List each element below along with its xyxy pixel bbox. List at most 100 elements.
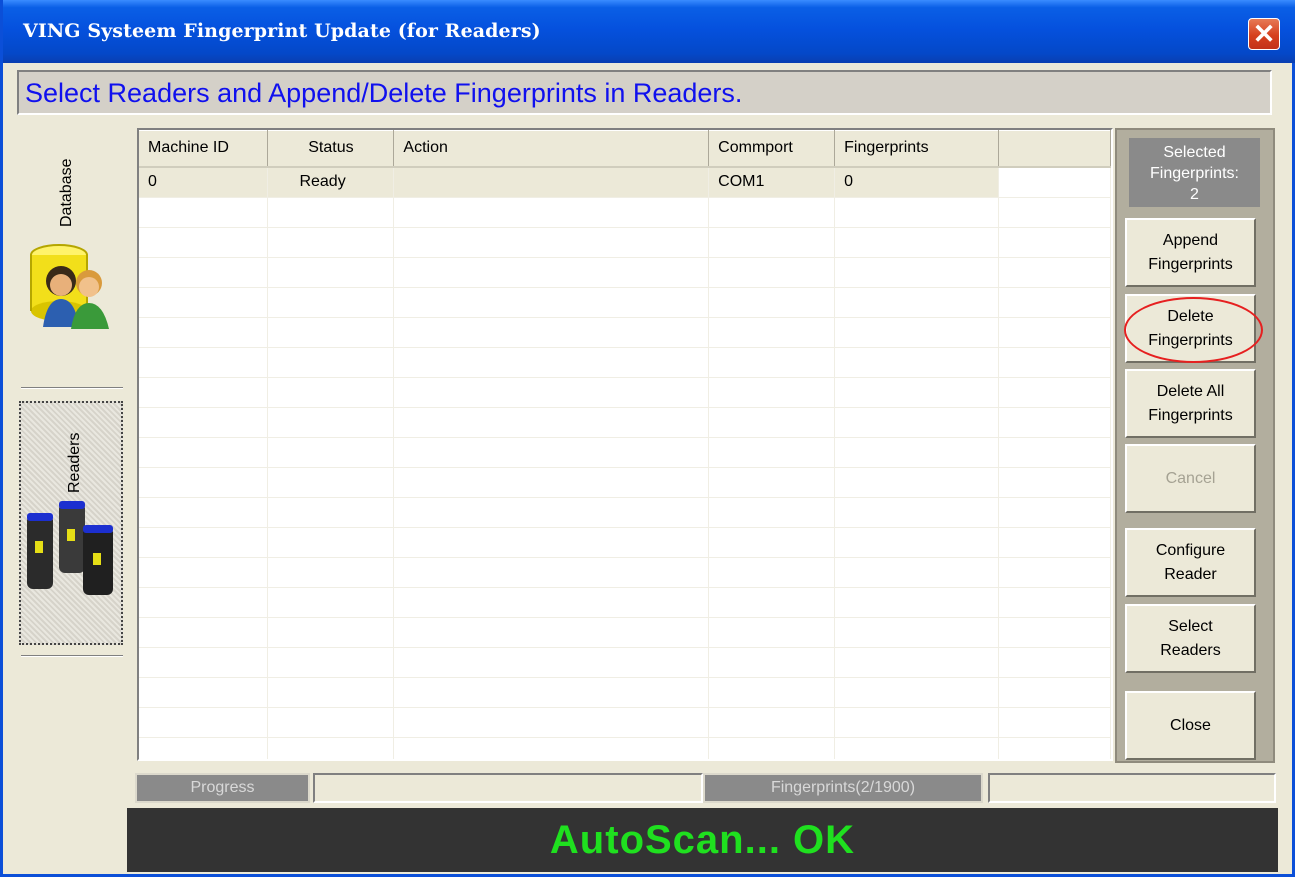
selected-fingerprints-count: 2 <box>1190 186 1199 203</box>
empty-cell <box>393 197 710 228</box>
empty-row <box>139 557 1111 588</box>
empty-cell <box>834 707 1000 738</box>
column-header-machine-id[interactable]: Machine ID <box>139 130 269 168</box>
tab-readers[interactable]: Readers <box>19 401 123 645</box>
empty-cell <box>834 377 1000 408</box>
empty-cell <box>139 317 269 348</box>
empty-cell <box>998 707 1111 738</box>
empty-cell <box>267 467 395 498</box>
close-button[interactable]: Close <box>1125 691 1256 760</box>
empty-cell <box>998 317 1111 348</box>
close-window-button[interactable]: ✕ <box>1248 18 1280 50</box>
empty-cell <box>708 377 836 408</box>
empty-cell <box>393 707 710 738</box>
readers-grid[interactable]: Machine ID Status Action Commport Finger… <box>137 128 1113 761</box>
empty-cell <box>998 347 1111 378</box>
empty-cell <box>834 257 1000 288</box>
cell-machine-id: 0 <box>139 166 269 198</box>
empty-cell <box>139 257 269 288</box>
empty-cell <box>393 557 710 588</box>
empty-cell <box>998 677 1111 708</box>
empty-cell <box>998 737 1111 759</box>
left-nav: Database Readers <box>17 125 127 860</box>
empty-cell <box>834 617 1000 648</box>
empty-cell <box>834 317 1000 348</box>
empty-row <box>139 347 1111 378</box>
column-header-status[interactable]: Status <box>267 130 395 168</box>
app-window: VING Systeem Fingerprint Update (for Rea… <box>0 0 1295 877</box>
empty-cell <box>708 497 836 528</box>
empty-cell <box>708 587 836 618</box>
empty-cell <box>998 197 1111 228</box>
tab-database[interactable]: Database <box>17 125 127 387</box>
empty-row <box>139 617 1111 648</box>
empty-cell <box>267 407 395 438</box>
delete-all-fingerprints-button[interactable]: Delete All Fingerprints <box>1125 369 1256 438</box>
empty-cell <box>708 737 836 759</box>
empty-cell <box>139 617 269 648</box>
empty-cell <box>998 617 1111 648</box>
column-header-commport[interactable]: Commport <box>708 130 836 168</box>
cancel-button[interactable]: Cancel <box>1125 444 1256 513</box>
empty-cell <box>393 527 710 558</box>
column-header-action[interactable]: Action <box>393 130 710 168</box>
empty-cell <box>708 467 836 498</box>
append-fingerprints-button[interactable]: Append Fingerprints <box>1125 218 1256 287</box>
empty-cell <box>834 677 1000 708</box>
empty-cell <box>267 317 395 348</box>
empty-row <box>139 737 1111 759</box>
empty-cell <box>998 407 1111 438</box>
configure-reader-button[interactable]: Configure Reader <box>1125 528 1256 597</box>
empty-cell <box>267 707 395 738</box>
empty-cell <box>267 737 395 759</box>
action-panel: Selected Fingerprints: 2 Append Fingerpr… <box>1115 128 1275 763</box>
empty-cell <box>139 437 269 468</box>
empty-cell <box>393 617 710 648</box>
close-icon: ✕ <box>1252 19 1276 49</box>
empty-cell <box>834 527 1000 558</box>
empty-cell <box>267 347 395 378</box>
empty-cell <box>267 557 395 588</box>
empty-cell <box>393 497 710 528</box>
empty-cell <box>267 227 395 258</box>
select-readers-button[interactable]: Select Readers <box>1125 604 1256 673</box>
empty-cell <box>139 467 269 498</box>
empty-row <box>139 197 1111 228</box>
progress-bar <box>313 773 703 803</box>
empty-cell <box>393 737 710 759</box>
empty-cell <box>708 437 836 468</box>
empty-cell <box>139 677 269 708</box>
empty-cell <box>708 287 836 318</box>
tab-database-label: Database <box>58 158 75 228</box>
empty-cell <box>139 347 269 378</box>
empty-row <box>139 647 1111 678</box>
empty-cell <box>708 197 836 228</box>
empty-cell <box>393 287 710 318</box>
table-row[interactable]: 0 Ready COM1 0 <box>139 166 1111 198</box>
empty-rows <box>139 197 1111 759</box>
fingerprints-count-bar <box>988 773 1276 803</box>
empty-cell <box>834 737 1000 759</box>
empty-cell <box>708 707 836 738</box>
selected-fingerprints-box: Selected Fingerprints: 2 <box>1129 138 1260 207</box>
empty-cell <box>998 437 1111 468</box>
empty-cell <box>139 497 269 528</box>
column-header-fingerprints[interactable]: Fingerprints <box>834 130 1000 168</box>
empty-cell <box>139 407 269 438</box>
title-bar[interactable]: VING Systeem Fingerprint Update (for Rea… <box>3 0 1295 63</box>
column-header-empty <box>998 130 1111 168</box>
empty-cell <box>139 587 269 618</box>
empty-cell <box>267 497 395 528</box>
empty-cell <box>393 407 710 438</box>
empty-cell <box>834 197 1000 228</box>
delete-fingerprints-button[interactable]: Delete Fingerprints <box>1125 294 1256 363</box>
empty-cell <box>998 527 1111 558</box>
nav-divider <box>21 655 123 657</box>
readers-table: Machine ID Status Action Commport Finger… <box>139 130 1111 759</box>
cell-fingerprints: 0 <box>834 166 1000 198</box>
empty-cell <box>834 557 1000 588</box>
empty-cell <box>834 647 1000 678</box>
empty-cell <box>139 227 269 258</box>
empty-row <box>139 257 1111 288</box>
empty-cell <box>393 467 710 498</box>
